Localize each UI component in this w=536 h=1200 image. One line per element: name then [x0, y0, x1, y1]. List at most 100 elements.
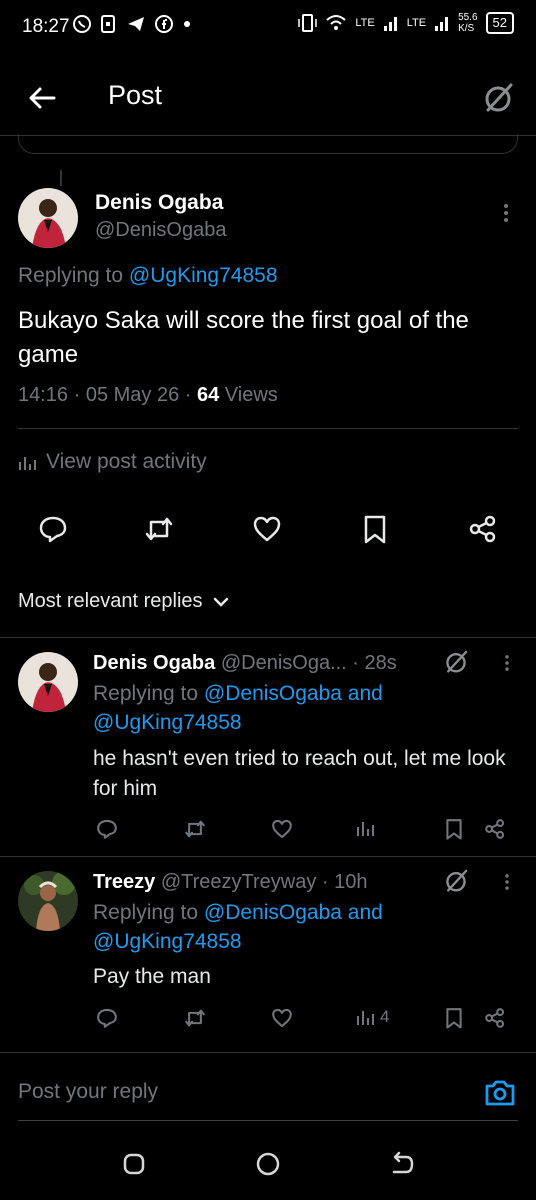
- avatar[interactable]: [18, 871, 78, 931]
- like-button[interactable]: [271, 1007, 293, 1029]
- more-button[interactable]: [498, 202, 514, 224]
- camera-button[interactable]: [484, 1077, 516, 1109]
- reply-button[interactable]: [96, 818, 118, 840]
- reply-icon: [97, 819, 117, 839]
- share-button[interactable]: [484, 1007, 506, 1029]
- replying-and: and: [341, 901, 383, 924]
- nav-home-button[interactable]: [254, 1150, 282, 1178]
- replying-to-link[interactable]: @UgKing74858: [93, 711, 242, 734]
- avatar-image: [18, 188, 78, 248]
- view-post-activity-button[interactable]: View post activity: [18, 450, 207, 474]
- view-activity-label: View post activity: [46, 450, 207, 473]
- grok-button[interactable]: [480, 80, 516, 116]
- wifi-icon: [326, 15, 347, 30]
- replying-to: Replying to @UgKing74858: [18, 264, 278, 288]
- telegram-icon: [128, 17, 144, 31]
- signal-icon: [383, 17, 397, 31]
- bar-chart-icon: [357, 1011, 374, 1025]
- reply-author-handle[interactable]: @TreezyTreyway: [161, 871, 317, 893]
- divider: [18, 1120, 518, 1121]
- replying-to-link[interactable]: @UgKing74858: [93, 930, 242, 953]
- camera-icon: [485, 1080, 515, 1106]
- grok-icon: [446, 650, 468, 673]
- system-icons: LTE LTE 55.6 K/S 52: [297, 12, 514, 34]
- replying-to-link[interactable]: @DenisOgaba: [204, 682, 342, 705]
- share-button[interactable]: [484, 818, 506, 840]
- bookmark-icon: [364, 515, 386, 544]
- nav-recents-button[interactable]: [120, 1150, 148, 1178]
- nav-back-icon: [392, 1151, 414, 1174]
- avatar-image: [18, 652, 78, 712]
- repost-icon: [185, 1009, 205, 1027]
- share-icon: [485, 819, 505, 839]
- author-name[interactable]: Denis Ogaba: [95, 191, 223, 215]
- more-icon: [504, 204, 508, 222]
- chevron-down-icon: [213, 597, 228, 607]
- back-button[interactable]: [26, 82, 58, 114]
- like-button[interactable]: [271, 818, 293, 840]
- like-icon: [253, 516, 281, 542]
- author-handle[interactable]: @DenisOgaba: [95, 219, 226, 242]
- network-speed: 55.6: [458, 12, 478, 23]
- facebook-icon: [155, 15, 173, 33]
- replying-to-second: @UgKing74858: [93, 711, 242, 735]
- grok-button[interactable]: [442, 648, 470, 676]
- more-button[interactable]: [500, 871, 514, 893]
- vibrate-icon: [298, 14, 318, 32]
- nav-back-button[interactable]: [388, 1150, 416, 1178]
- reply-text: he hasn't even tried to reach out, let m…: [93, 747, 506, 800]
- notification-icons: [72, 14, 192, 34]
- nav-home-icon: [256, 1152, 280, 1176]
- status-time: 18:27: [22, 16, 70, 37]
- avatar[interactable]: [18, 188, 78, 248]
- bookmark-button[interactable]: [443, 1007, 465, 1029]
- reply-button[interactable]: [38, 514, 68, 544]
- thread-line: [60, 170, 62, 186]
- reply-author-name[interactable]: Denis Ogaba: [93, 652, 215, 674]
- replying-to-link[interactable]: @UgKing74858: [129, 264, 278, 287]
- reply-item[interactable]: Denis Ogaba @DenisOga... · 28s Replying …: [0, 638, 536, 856]
- views-button[interactable]: 4: [356, 1007, 389, 1027]
- bookmark-button[interactable]: [360, 514, 390, 544]
- app-notification-icon: [101, 15, 115, 33]
- replying-to-second: @UgKing74858: [93, 930, 242, 954]
- bookmark-icon: [446, 819, 462, 840]
- bar-chart-icon: [19, 457, 36, 470]
- reply-item[interactable]: Treezy @TreezyTreyway · 10h Replying to …: [0, 857, 536, 1045]
- replying-and: and: [341, 682, 383, 705]
- back-arrow-icon: [29, 87, 56, 109]
- nav-recents-icon: [123, 1153, 145, 1175]
- replying-to-link[interactable]: @DenisOgaba: [204, 901, 342, 924]
- reply-button[interactable]: [96, 1007, 118, 1029]
- more-icon: [505, 874, 509, 890]
- reply-header: Treezy @TreezyTreyway · 10h: [93, 871, 368, 894]
- replying-prefix: Replying to: [93, 682, 204, 705]
- reply-author-handle[interactable]: @DenisOga...: [221, 652, 347, 674]
- previous-post-edge: [18, 134, 518, 154]
- bookmark-icon: [446, 1008, 462, 1029]
- like-button[interactable]: [252, 514, 282, 544]
- views-count: 64: [196, 384, 220, 406]
- reply-input[interactable]: Post your reply: [18, 1080, 158, 1104]
- post-time: 14:16 · 05 May 26 ·: [18, 384, 197, 406]
- like-icon: [272, 1008, 292, 1028]
- repost-button[interactable]: [184, 818, 206, 840]
- repost-button[interactable]: [144, 514, 174, 544]
- share-button[interactable]: [468, 514, 498, 544]
- more-button[interactable]: [500, 652, 514, 674]
- lte-label-2: LTE: [406, 17, 427, 29]
- replying-to: Replying to @DenisOgaba and: [93, 901, 383, 925]
- whatsapp-icon: [73, 15, 91, 33]
- battery-indicator: 52: [485, 12, 514, 34]
- grok-button[interactable]: [442, 867, 470, 895]
- avatar[interactable]: [18, 652, 78, 712]
- status-bar: 18:27 LTE LTE 55.6 K/S 52: [0, 0, 536, 54]
- bookmark-button[interactable]: [443, 818, 465, 840]
- views-button[interactable]: [356, 818, 380, 838]
- repost-button[interactable]: [184, 1007, 206, 1029]
- reply-author-name[interactable]: Treezy: [93, 871, 155, 893]
- more-icon: [505, 655, 509, 671]
- replying-prefix: Replying to: [93, 901, 204, 924]
- reply-icon: [39, 516, 67, 543]
- sort-replies-button[interactable]: Most relevant replies: [18, 590, 229, 613]
